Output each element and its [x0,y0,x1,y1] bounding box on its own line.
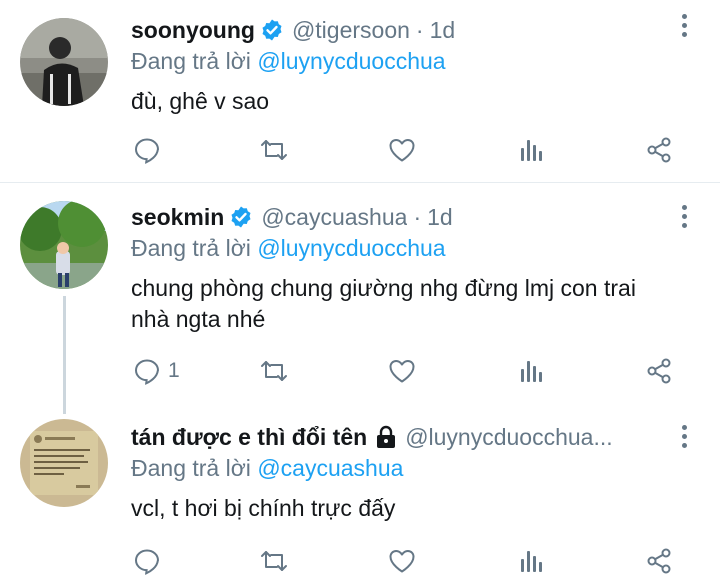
handle[interactable]: @luynycduocchua... [405,424,612,451]
retweet-icon [261,551,287,571]
replying-to: Đang trả lời @luynycduocchua [131,48,680,78]
analytics-button[interactable] [516,355,546,387]
more-vertical-icon [681,14,687,19]
retweet-icon [261,140,287,160]
replying-to: Đang trả lời @luynycduocchua [131,235,680,265]
avatar[interactable] [20,18,108,106]
like-icon [389,360,415,383]
share-icon [647,358,671,384]
reply-button[interactable] [132,134,168,166]
replying-to: Đang trả lời @caycuashua [131,455,680,485]
tweet-text: vcl, t hơi bị chính trực đấy [131,495,396,521]
replying-to-mention[interactable]: @luynycduocchua [257,48,445,74]
tweet-header: tán được e thì đổi tên @luynycduocchua..… [131,421,680,453]
analytics-icon [521,361,542,382]
lock-icon [377,425,396,448]
action-bar: 1 [0,355,720,395]
avatar[interactable] [20,419,108,507]
replying-to-label: Đang trả lời [131,235,251,261]
verified-badge-icon [262,19,282,41]
reply-icon [134,359,160,385]
timestamp[interactable]: 1d [430,17,456,44]
analytics-icon [521,551,542,572]
more-options-button[interactable] [680,425,688,453]
tweet-header: seokmin @caycuashua · 1d [131,201,680,233]
share-button[interactable] [644,134,674,166]
tweet[interactable]: tán được e thì đổi tên @luynycduocchua..… [0,403,720,586]
replying-to-label: Đang trả lời [131,455,251,481]
more-options-button[interactable] [680,14,688,42]
more-options-button[interactable] [680,205,688,233]
like-icon [389,139,415,162]
more-vertical-icon [681,205,687,210]
analytics-icon [521,140,542,161]
reply-count: 1 [168,359,180,382]
retweet-button[interactable] [259,545,289,577]
separator-dot: · [415,16,424,43]
like-button[interactable] [387,355,417,387]
retweet-icon [261,361,287,381]
tweet[interactable]: seokmin @caycuashua · 1d Đang trả lời @l… [0,183,720,414]
display-name[interactable]: seokmin [131,204,224,231]
tweet[interactable]: soonyoung @tigersoon · 1d Đang trả lời @… [0,0,720,182]
like-button[interactable] [387,134,417,166]
separator-dot: · [413,203,422,230]
action-bar [0,134,720,174]
reply-icon [134,549,160,575]
timestamp[interactable]: 1d [427,204,453,231]
display-name[interactable]: soonyoung [131,17,255,44]
share-icon [647,137,671,163]
tweet-text: chung phòng chung giường nhg đừng lmj co… [131,275,636,332]
avatar[interactable] [20,201,108,289]
tweet-text: đù, ghê v sao [131,88,270,114]
reply-icon [134,138,160,164]
retweet-button[interactable] [259,355,289,387]
tweet-header: soonyoung @tigersoon · 1d [131,14,680,46]
reply-button[interactable] [132,545,168,577]
replying-to-label: Đang trả lời [131,48,251,74]
replying-to-mention[interactable]: @luynycduocchua [257,235,445,261]
verified-badge-icon [231,206,251,228]
share-button[interactable] [644,545,674,577]
replying-to-mention[interactable]: @caycuashua [257,455,403,481]
analytics-button[interactable] [516,545,546,577]
retweet-button[interactable] [259,134,289,166]
reply-button[interactable]: 1 [132,355,180,387]
share-button[interactable] [644,355,674,387]
handle[interactable]: @caycuashua [261,204,407,231]
like-button[interactable] [387,545,417,577]
analytics-button[interactable] [516,134,546,166]
action-bar [0,545,720,585]
display-name[interactable]: tán được e thì đổi tên [131,424,367,451]
handle[interactable]: @tigersoon [292,17,410,44]
like-icon [389,550,415,573]
more-vertical-icon [681,425,687,430]
share-icon [647,548,671,574]
